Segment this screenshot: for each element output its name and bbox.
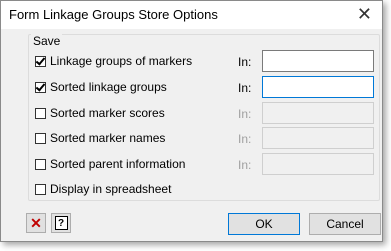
save-group-label: Save xyxy=(31,34,63,48)
option-label: Sorted parent information xyxy=(50,157,186,171)
in-label: In: xyxy=(238,158,252,172)
in-label: In: xyxy=(238,132,252,146)
cancel-button[interactable]: Cancel xyxy=(309,213,381,235)
in-field-sorted-parent-information xyxy=(262,153,374,175)
in-field-sorted-marker-scores xyxy=(262,102,374,124)
option-label: Sorted marker names xyxy=(50,131,166,145)
option-sorted-marker-names[interactable]: Sorted marker names xyxy=(35,129,165,147)
option-sorted-parent-information[interactable]: Sorted parent information xyxy=(35,155,185,173)
checkbox-display-in-spreadsheet[interactable] xyxy=(35,183,46,195)
help-glyph: ? xyxy=(54,216,68,230)
checkbox-sorted-linkage-groups[interactable] xyxy=(35,81,46,93)
in-field-linkage-groups-of-markers[interactable] xyxy=(262,50,374,72)
option-label: Display in spreadsheet xyxy=(50,182,172,196)
ok-button[interactable]: OK xyxy=(228,213,300,235)
option-label: Linkage groups of markers xyxy=(50,54,193,68)
in-field-sorted-linkage-groups[interactable] xyxy=(262,76,374,98)
checkbox-sorted-parent-information[interactable] xyxy=(35,158,46,170)
in-label: In: xyxy=(238,55,252,69)
in-field-sorted-marker-names xyxy=(262,127,374,149)
option-sorted-linkage-groups[interactable]: Sorted linkage groups xyxy=(35,78,167,96)
store-options-dialog: Form Linkage Groups Store Options ✕ Save… xyxy=(0,0,383,242)
checkbox-sorted-marker-names[interactable] xyxy=(35,132,46,144)
window-title: Form Linkage Groups Store Options xyxy=(9,7,218,22)
option-label: Sorted linkage groups xyxy=(50,80,167,94)
in-label: In: xyxy=(238,81,252,95)
checkbox-sorted-marker-scores[interactable] xyxy=(35,107,46,119)
option-linkage-groups-of-markers[interactable]: Linkage groups of markers xyxy=(35,52,192,70)
option-sorted-marker-scores[interactable]: Sorted marker scores xyxy=(35,104,165,122)
clear-icon[interactable]: ✕ xyxy=(26,213,46,233)
title-bar: Form Linkage Groups Store Options ✕ xyxy=(1,1,382,29)
checkbox-linkage-groups-of-markers[interactable] xyxy=(35,55,46,67)
close-icon[interactable]: ✕ xyxy=(357,4,372,24)
help-icon[interactable]: ? xyxy=(51,213,71,233)
option-label: Sorted marker scores xyxy=(50,106,165,120)
option-display-in-spreadsheet[interactable]: Display in spreadsheet xyxy=(35,180,171,198)
in-label: In: xyxy=(238,107,252,121)
